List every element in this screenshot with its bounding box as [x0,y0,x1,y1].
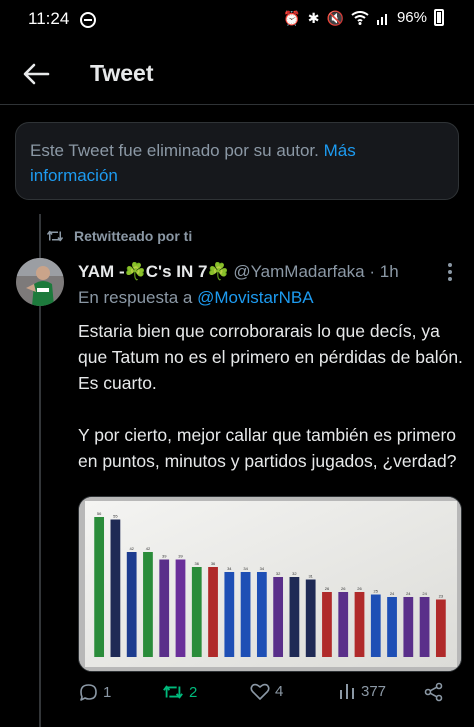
chart-bar [208,567,218,657]
retweet-context-label: Retwitteado por ti [74,228,193,244]
deleted-notice-text: Este Tweet fue eliminado por su autor. [30,141,319,160]
chart-bar [370,594,381,657]
chart-data-label: 26 [357,586,362,591]
like-button[interactable]: 4 [250,682,283,701]
tweet-time: 1h [379,262,399,281]
chart-data-label: 39 [178,554,183,559]
chart-bar [159,559,170,657]
battery-percent: 96% [396,9,427,26]
chart-data-label: 24 [422,591,427,596]
retweet-icon [163,685,183,699]
chart-data-label: 42 [129,546,134,551]
heart-icon [250,683,270,700]
do-not-disturb-icon [80,12,96,28]
reply-icon [80,684,97,701]
chart-data-label: 26 [341,586,346,591]
tweet-paragraph: Estaria bien que corroborarais lo que de… [78,321,463,393]
battery-icon [434,9,444,26]
alarm-icon: ⏰ [283,9,301,26]
chart-bar [256,572,267,657]
chart-bar [305,579,316,657]
more-options-icon[interactable] [440,262,460,282]
deleted-tweet-notice: Este Tweet fue eliminado por su autor. M… [15,122,459,200]
chart-bar [338,592,349,657]
tweet-paragraph: Y por cierto, mejor callar que también e… [78,425,457,471]
chart-data-label: 24 [390,591,395,596]
chart-bar [419,597,430,657]
chart-data-label: 36 [211,561,216,566]
reply-prefix: En respuesta a [78,288,193,307]
reply-context: En respuesta a @MovistarNBA [78,288,314,308]
chart-data-label: 56 [97,511,102,516]
views-count: 377 [361,682,387,700]
share-icon[interactable] [424,682,444,702]
status-icons: ⏰ ✱ 🔇 96% [283,9,444,26]
chart-data-label: 42 [146,546,151,551]
wifi-icon [351,10,369,25]
chart-bar [240,572,251,657]
tweet-header: YAM -☘️C's IN 7☘️ @YamMadarfaka · 1h [78,262,463,282]
chart-data-label: 25 [374,589,379,594]
avatar[interactable] [16,258,64,306]
chart-bar [273,577,284,657]
mute-icon: 🔇 [326,9,344,26]
display-name[interactable]: YAM -☘️C's IN 7☘️ [78,262,229,281]
top-bar: Tweet [0,44,474,105]
chart-bar [224,572,235,657]
chart-data-label: 55 [113,514,118,519]
chart-data-label: 34 [227,566,232,571]
bar-chart-photo: 56 55 42 42 39 39 36 36 34 34 34 32 32 31 26 26 26 25 24 24… [79,497,461,671]
chart-bar [354,592,365,657]
chart-data-label: 34 [260,566,265,571]
chart-data-label: 36 [195,561,200,566]
reply-button[interactable]: 1 [78,682,111,702]
retweet-count: 2 [189,683,198,701]
reply-count: 1 [103,683,112,701]
chart-bar [403,597,414,657]
chart-bar [126,552,137,657]
chart-bar [435,599,446,657]
chart-bar [110,519,121,657]
chart-data-label: 26 [325,586,330,591]
tweet-text: Estaria bien que corroborarais lo que de… [78,318,463,474]
status-bar: 11:24 ⏰ ✱ 🔇 96% [0,0,474,40]
chart-bar [143,552,153,657]
chart-bar [191,567,202,657]
back-arrow-icon[interactable] [22,62,50,86]
chart-bar [175,559,186,657]
retweet-button[interactable]: 2 [162,682,197,702]
chart-data-label: 23 [439,594,444,599]
chart-bar [322,592,332,657]
bluetooth-icon: ✱ [307,9,320,26]
status-time: 11:24 [28,9,70,28]
chart-data-label: 34 [243,566,248,571]
user-handle[interactable]: @YamMadarfaka [233,262,364,281]
retweet-context: Retwitteado por ti [46,228,192,244]
chart-data-label: 32 [276,571,281,576]
tweet-image[interactable]: 56 55 42 42 39 39 36 36 34 34 34 32 32 31 26 26 26 25 24 24… [78,496,462,672]
retweet-icon [46,230,64,242]
chart-data-label: 32 [292,571,297,576]
chart-bar [387,597,397,657]
separator-dot: · [369,262,376,281]
views-button[interactable]: 377 [338,682,386,700]
chart-data-label: 39 [162,554,167,559]
chart-bar [94,517,105,657]
tweet-actions: 1 2 4 377 [78,682,458,710]
chart-bar [289,577,300,657]
chart-data-label: 31 [308,574,313,579]
chart-data-label: 24 [406,591,411,596]
like-count: 4 [275,683,284,700]
views-icon [340,684,354,699]
signal-icon [376,13,387,25]
reply-to-link[interactable]: @MovistarNBA [197,288,313,307]
page-title: Tweet [90,60,154,86]
